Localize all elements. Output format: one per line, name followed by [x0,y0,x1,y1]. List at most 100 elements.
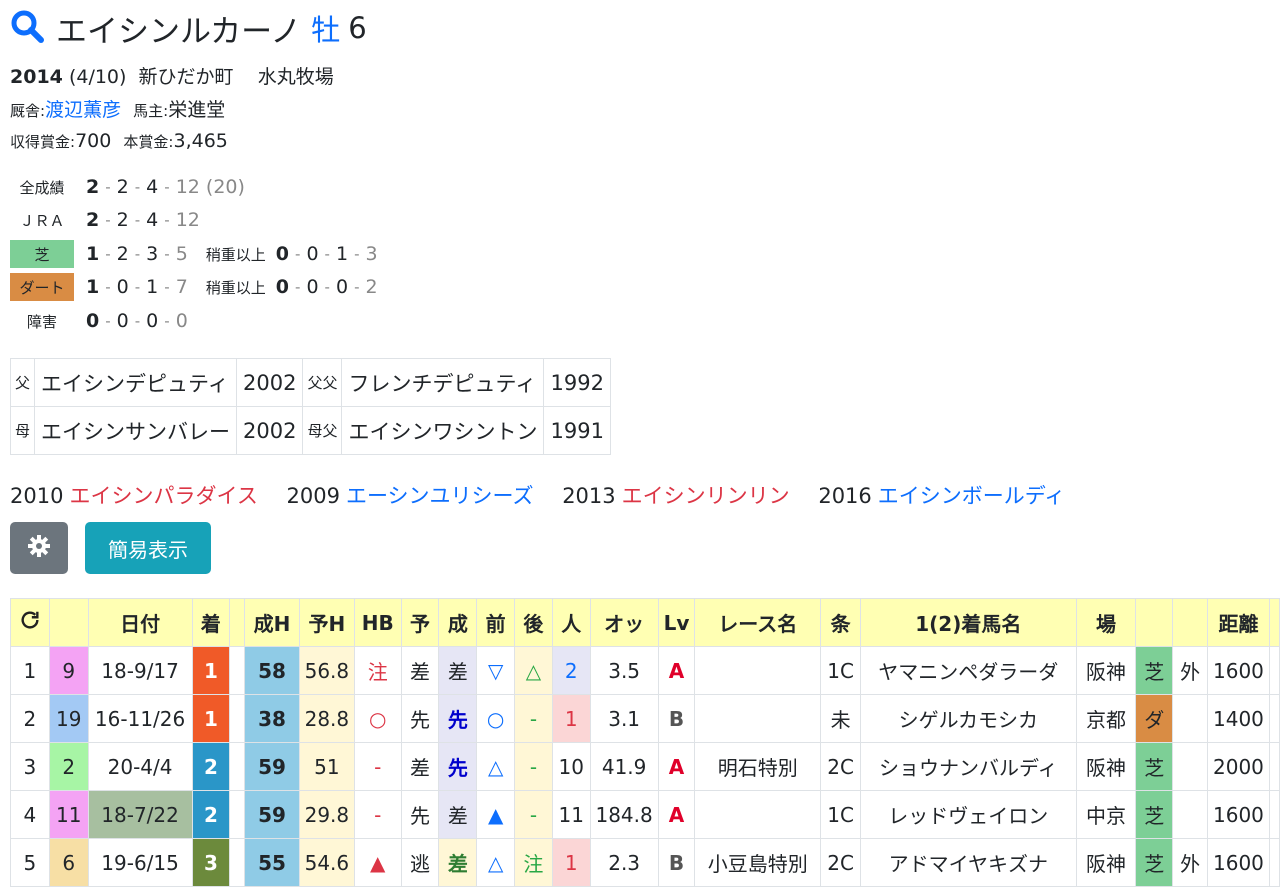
col-yo[interactable]: 予 [400,598,440,647]
col-level[interactable]: Lv [657,598,696,647]
yoh: 54.6 [298,838,355,887]
col-popularity[interactable]: 人 [551,598,591,647]
pedigree-table: 父 エイシンデピュティ 2002 父父 フレンチデピュティ 1992 母 エイシ… [9,358,611,455]
col-hb[interactable]: HB [353,598,402,647]
col-yoh[interactable]: 予H [298,598,355,647]
finish: 3 [191,838,231,887]
dam-label: 母 [9,406,36,455]
mae: ▽ [476,646,516,695]
odds: 3.1 [589,694,659,743]
race-name[interactable] [694,694,822,743]
level: B [657,694,696,743]
heavy-second: 0 [306,243,319,265]
distance: 1600 [1207,838,1270,887]
col-seih[interactable]: 成H [244,598,300,647]
condition: 2C [820,742,861,791]
mae: ▲ [476,790,516,839]
inout [1172,694,1209,743]
table-row[interactable]: 2 19 16-11/26 1 38 28.8 ○ 先 先 ○ - 1 3.1 … [10,694,1280,743]
row-no: 2 [10,694,50,743]
sire-sire-name: フレンチデピュティ [341,358,545,407]
col-sei[interactable]: 成 [438,598,478,647]
table-row[interactable]: 1 9 18-9/17 1 58 56.8 注 差 差 ▽ △ 2 3.5 A … [10,646,1280,695]
condition: 1C [820,790,861,839]
winner[interactable]: ショウナンバルディ [860,742,1077,791]
ato: - [514,694,553,743]
spacer [229,742,246,791]
heavy-label: 稍重以上 [205,278,266,297]
record-first: 2 [86,209,100,231]
simple-view-button[interactable]: 簡易表示 [85,522,211,574]
col-place[interactable]: 場 [1075,598,1137,647]
refresh-icon[interactable] [10,598,50,647]
extra [1268,742,1280,791]
sibling-link[interactable]: エイシンパラダイス [69,484,257,508]
spacer [229,646,246,695]
horse-sex: 牡 [311,13,341,47]
hb: - [353,742,402,791]
place: 阪神 [1075,742,1137,791]
yo: 差 [400,742,440,791]
sibling-link[interactable]: エイシンリンリン [622,484,790,508]
winner[interactable]: ヤマニンペダラーダ [860,646,1077,695]
seih: 58 [244,646,300,695]
ato: - [514,742,553,791]
col-surface[interactable] [1135,598,1174,647]
popularity: 1 [551,694,591,743]
record-third: 4 [146,209,159,231]
col-winner[interactable]: 1(2)着馬名 [860,598,1077,647]
settings-button[interactable] [10,522,68,574]
record-third: 0 [146,310,159,332]
odds: 3.5 [589,646,659,695]
hb: ○ [353,694,402,743]
race-name[interactable] [694,790,822,839]
col-odds[interactable]: オッ [589,598,659,647]
col-gate[interactable] [48,598,89,647]
col-mae[interactable]: 前 [476,598,516,647]
table-row[interactable]: 3 2 20-4/4 2 59 51 - 差 先 △ - 10 41.9 A 明… [10,742,1280,791]
search-icon[interactable] [10,9,44,47]
race-name[interactable] [694,646,822,695]
record-other: 12 [175,209,200,231]
col-race-name[interactable]: レース名 [694,598,822,647]
birth-info: 2014 (4/10) 新ひだか町 水丸牧場 [10,62,334,89]
col-ato[interactable]: 後 [514,598,553,647]
table-row[interactable]: 4 11 18-7/22 2 59 29.8 - 先 差 ▲ - 11 184.… [10,790,1280,839]
surface: 芝 [1135,790,1174,839]
winner[interactable]: シゲルカモシカ [860,694,1077,743]
level: A [657,742,696,791]
race-name[interactable]: 明石特別 [694,742,822,791]
winner[interactable]: アドマイヤキズナ [860,838,1077,887]
popularity: 2 [551,646,591,695]
col-finish[interactable]: 着 [191,598,231,647]
place: 中京 [1075,790,1137,839]
spacer [229,838,246,887]
odds: 2.3 [589,838,659,887]
yo: 逃 [400,838,440,887]
table-row[interactable]: 5 6 19-6/15 3 55 54.6 ▲ 逃 差 △ 注 1 2.3 B … [10,838,1280,887]
horse-name: エイシンルカーノ [56,13,302,50]
col-date[interactable]: 日付 [87,598,193,647]
level: A [657,646,696,695]
inout: 外 [1172,838,1209,887]
condition: 2C [820,838,861,887]
sibling-link[interactable]: エーシンユリシーズ [346,484,534,508]
col-condition[interactable]: 条 [820,598,861,647]
col-inout[interactable] [1172,598,1209,647]
record-other: 7 [175,276,188,298]
birth-year: 2014 [10,66,63,88]
race-name[interactable]: 小豆島特別 [694,838,822,887]
sibling-link[interactable]: エイシンボールディ [878,484,1066,508]
heavy-third: 1 [335,243,349,265]
col-distance[interactable]: 距離 [1207,598,1270,647]
row-no: 1 [10,646,50,695]
trainer-link[interactable]: 渡辺薫彦 [45,99,121,121]
odds: 41.9 [589,742,659,791]
condition: 未 [820,694,861,743]
main-prize-label: 本賞金: [123,133,174,151]
dam-sire-name: エイシンワシントン [341,406,545,455]
winner[interactable]: レッドヴェイロン [860,790,1077,839]
record-second: 2 [116,176,129,198]
record-jump: 障害 0-0-0-0 [10,306,188,336]
turf-badge: 芝 [10,240,74,268]
